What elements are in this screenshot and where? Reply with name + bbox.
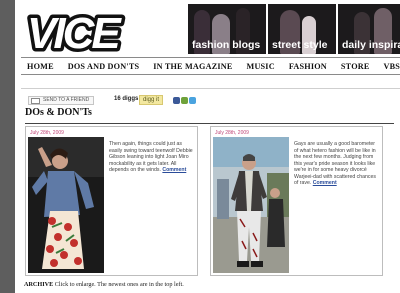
- send-to-friend-button[interactable]: SEND TO A FRIEND: [28, 96, 95, 105]
- nav-item-vbs-tv[interactable]: VBS.TV: [378, 62, 400, 71]
- banner-divider: [336, 4, 338, 54]
- comment-link[interactable]: Comment: [162, 167, 186, 173]
- entry-photo[interactable]: [213, 137, 289, 273]
- entry-date: July 28th, 2009: [215, 130, 249, 136]
- main-nav: HOME DOS AND DON'TS IN THE MAGAZINE MUSI…: [21, 58, 400, 74]
- digg-count: 16 diggs: [114, 96, 139, 102]
- comment-link[interactable]: Comment: [313, 180, 337, 186]
- nav-item-store[interactable]: STORE: [335, 62, 378, 71]
- banner-label-fashion-blogs[interactable]: fashion blogs: [192, 39, 260, 51]
- entry-date: July 28th, 2009: [30, 130, 64, 136]
- banner-divider: [266, 4, 268, 54]
- vice-logo[interactable]: VICE VICE: [25, 8, 145, 54]
- svg-text:VICE: VICE: [27, 9, 122, 54]
- fashion-banner[interactable]: fashion blogs street style daily inspira: [188, 4, 400, 54]
- facebook-icon[interactable]: [173, 97, 180, 104]
- envelope-icon: [31, 98, 40, 104]
- nav-item-in-the-magazine[interactable]: IN THE MAGAZINE: [147, 62, 240, 71]
- sub-nav-divider: [21, 88, 400, 89]
- entry-photo[interactable]: [28, 137, 104, 273]
- send-to-friend-label: SEND TO A FRIEND: [43, 97, 90, 103]
- nav-item-fashion[interactable]: FASHION: [283, 62, 335, 71]
- section-divider: [25, 123, 394, 124]
- nav-item-home[interactable]: HOME: [21, 62, 62, 71]
- banner-label-daily-inspiration[interactable]: daily inspira: [342, 39, 400, 51]
- archive-label[interactable]: ARCHIVE: [24, 281, 53, 288]
- archive-text: Click to enlarge. The newest ones are in…: [54, 281, 184, 288]
- entry-caption: Then again, things could just as easily …: [109, 141, 194, 174]
- share-icon[interactable]: [181, 97, 188, 104]
- banner-label-street-style[interactable]: street style: [272, 39, 327, 51]
- nav-divider: [21, 74, 400, 75]
- nav-item-dos-and-donts[interactable]: DOS AND DON'TS: [62, 62, 148, 71]
- dos-donts-entry: July 28th, 2009: [210, 126, 383, 276]
- entry-caption: Gays are usually a good barometer of wha…: [294, 141, 380, 187]
- twitter-icon[interactable]: [189, 97, 196, 104]
- archive-note: ARCHIVE Click to enlarge. The newest one…: [24, 281, 184, 288]
- section-title: DOs & DON'Ts: [25, 107, 92, 118]
- page: VICE VICE fashion blogs street style dai…: [15, 0, 400, 293]
- digg-it-button[interactable]: digg it: [139, 95, 164, 105]
- nav-item-music[interactable]: MUSIC: [241, 62, 283, 71]
- dos-donts-entry: July 28th, 2009: [25, 126, 198, 276]
